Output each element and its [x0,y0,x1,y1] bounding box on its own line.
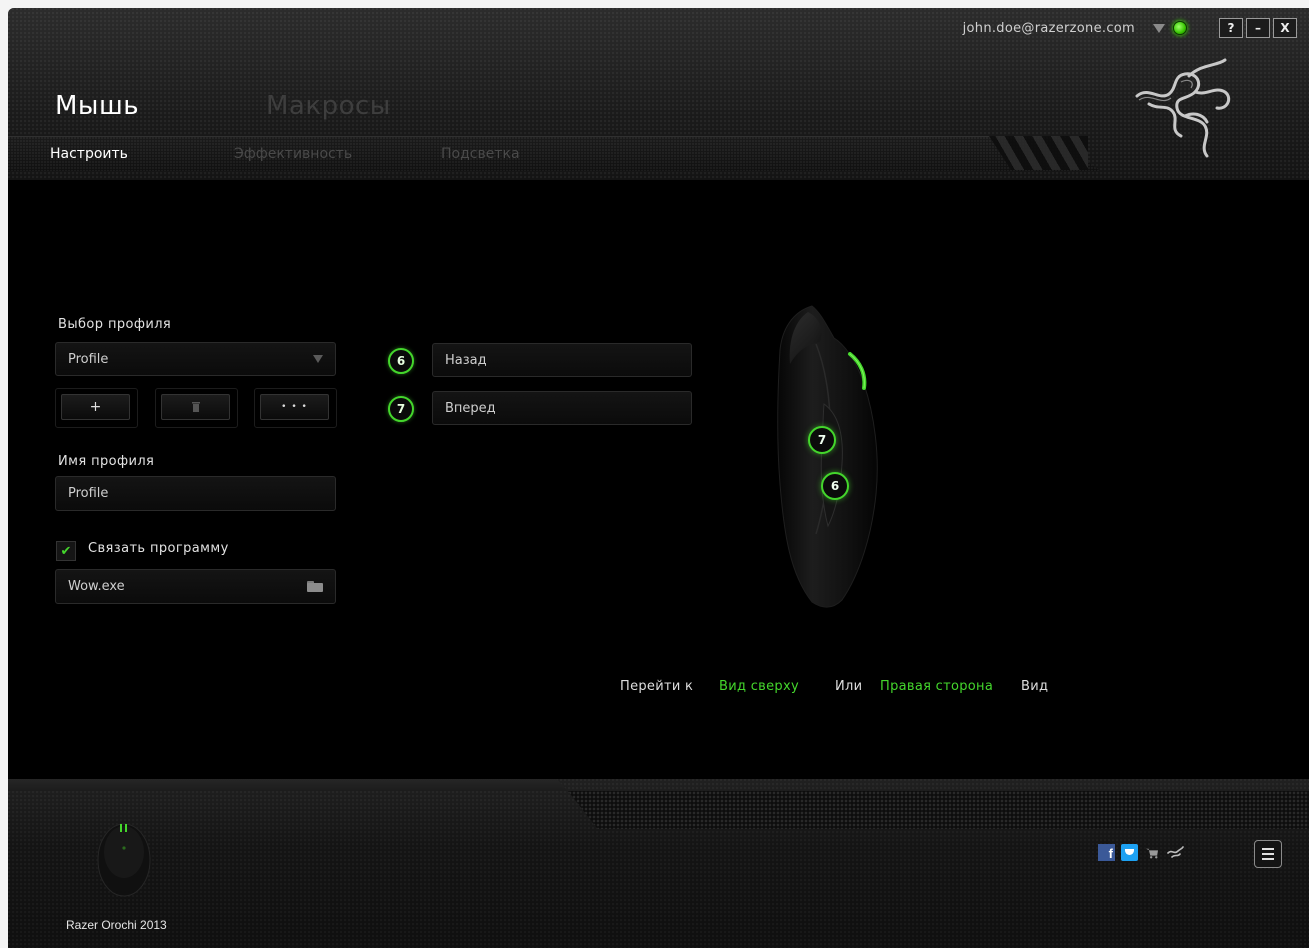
link-program-label[interactable]: Связать программу [88,541,229,556]
profile-dropdown-value: Profile [68,351,109,367]
link-program-checkbox[interactable]: ✔ [56,541,76,561]
synapse-window: john.doe@razerzone.com ? – X Мышь Макрос… [8,8,1309,948]
menu-button[interactable] [1254,840,1282,868]
top-bar: john.doe@razerzone.com ? – X [963,18,1297,38]
profile-dropdown[interactable]: Profile [55,342,336,376]
program-path-input[interactable]: Wow.exe [55,569,336,604]
button-6-function: Назад [445,352,487,368]
close-button[interactable]: X [1273,18,1297,38]
razer-icon[interactable] [1166,845,1184,861]
more-options-button[interactable]: • • • [260,394,329,420]
footer-edge [8,779,568,791]
button-7-assignment[interactable]: Вперед [432,391,692,425]
profile-name-input[interactable]: Profile [55,476,336,511]
profile-select-label: Выбор профиля [58,317,172,332]
cart-icon[interactable] [1144,847,1160,859]
trash-icon [191,402,200,412]
goto-text: Перейти к [620,679,694,694]
menu-icon-bar [1262,853,1274,855]
tab-lighting[interactable]: Подсветка [441,146,520,162]
program-path-value: Wow.exe [68,579,125,594]
tab-performance[interactable]: Эффективность [234,146,352,162]
status-online-icon [1173,21,1187,35]
menu-icon-bar [1262,848,1274,850]
twitter-icon[interactable] [1121,844,1138,861]
device-name: Razer Orochi 2013 [66,918,167,932]
footer-band [568,791,1309,829]
folder-icon[interactable] [307,581,323,592]
button-6-badge[interactable]: 6 [388,348,414,374]
delete-profile-button[interactable] [161,394,230,420]
mouse-button-6-marker[interactable]: 6 [821,472,849,500]
top-view-link[interactable]: Вид сверху [719,679,799,694]
social-links: f [1098,844,1184,861]
sub-navigation [8,136,1100,171]
window-controls: ? – X [1219,18,1297,38]
tab-macros[interactable]: Макросы [266,91,391,121]
mouse-side-view-image [777,305,878,608]
minimize-button[interactable]: – [1246,18,1270,38]
add-profile-button[interactable]: + [61,394,130,420]
button-6-assignment[interactable]: Назад [432,343,692,377]
facebook-icon[interactable]: f [1098,844,1115,861]
razer-logo-icon [1135,58,1231,158]
view-text: Вид [1021,679,1049,694]
account-dropdown-icon[interactable] [1153,23,1165,33]
profile-name-value: Profile [68,486,109,501]
help-button[interactable]: ? [1219,18,1243,38]
device-thumbnail[interactable] [94,818,154,898]
mouse-button-7-marker[interactable]: 7 [808,426,836,454]
profile-name-label: Имя профиля [58,454,155,469]
check-icon: ✔ [60,543,72,559]
account-email[interactable]: john.doe@razerzone.com [963,21,1135,36]
button-7-function: Вперед [445,400,496,416]
or-text: Или [835,679,863,694]
tab-customize[interactable]: Настроить [50,146,128,162]
menu-icon-bar [1262,858,1274,860]
right-side-view-link[interactable]: Правая сторона [880,679,993,694]
dropdown-arrow-icon [313,355,323,363]
tab-mouse[interactable]: Мышь [55,91,139,121]
button-7-badge[interactable]: 7 [388,396,414,422]
